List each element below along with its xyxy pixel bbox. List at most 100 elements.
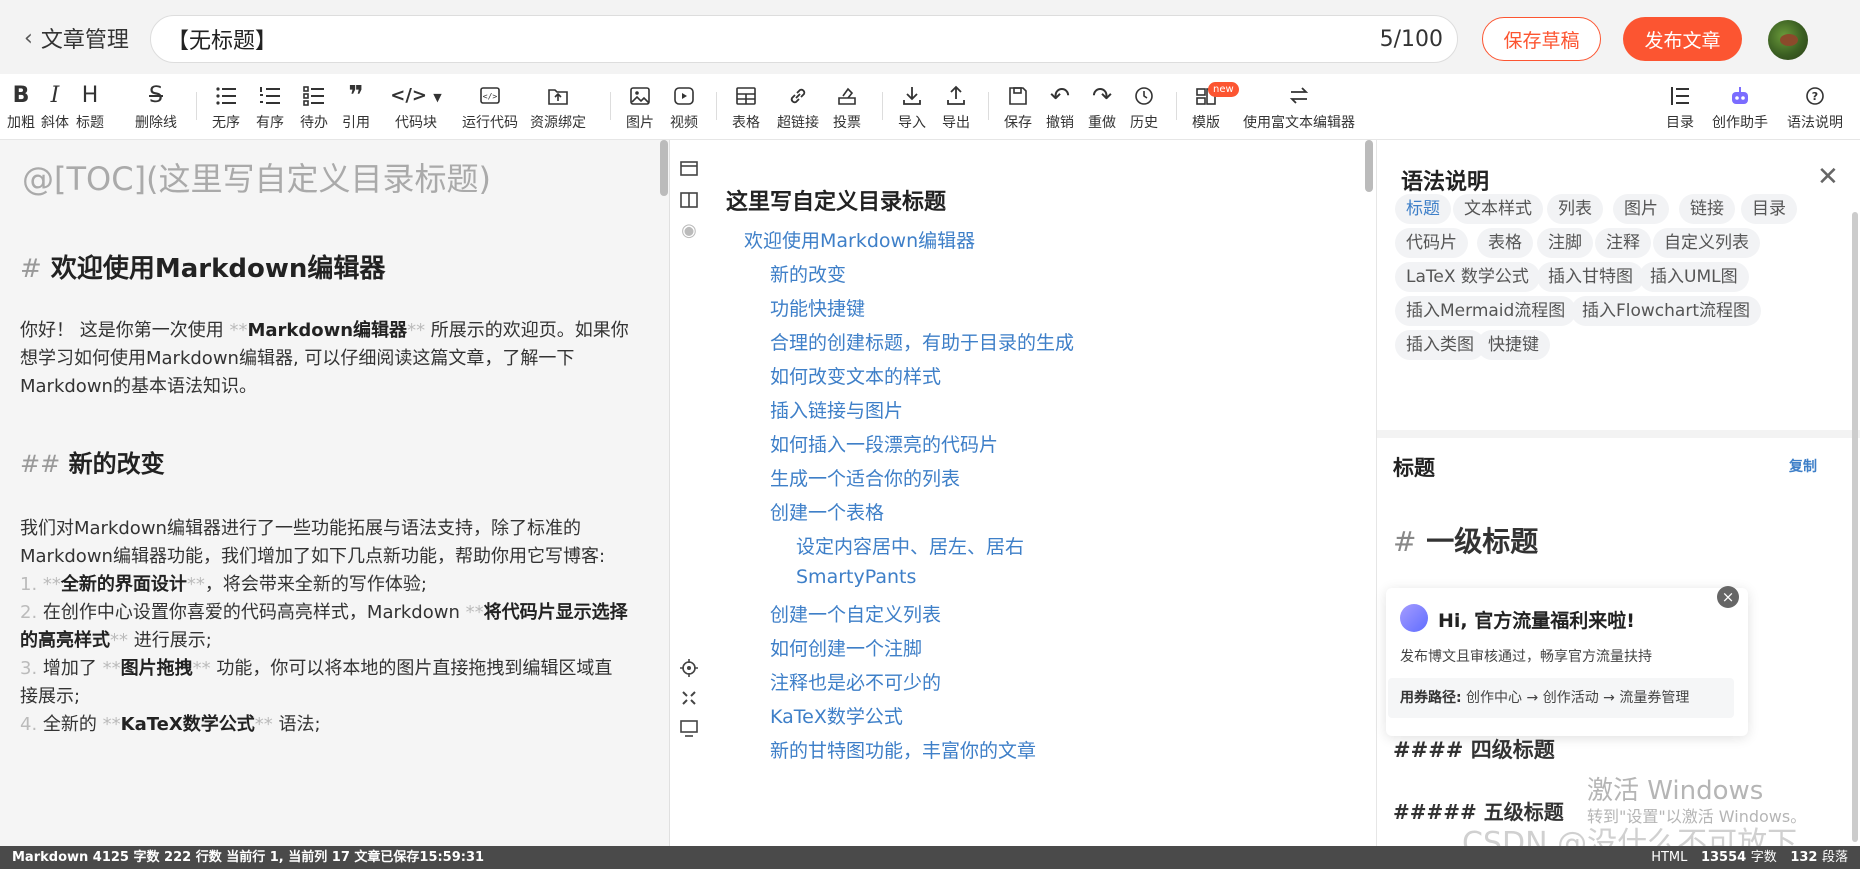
editor-scrollbar[interactable] <box>660 140 668 196</box>
status-bar: Markdown 4125 字数 222 行数 当前行 1, 当前列 17 文章… <box>0 846 1860 869</box>
syntax-tag[interactable]: 文本样式 <box>1453 194 1543 224</box>
toc-link[interactable]: 功能快捷键 <box>770 294 865 321</box>
editor-paragraph-line: Markdown编辑器功能，我们增加了如下几点新功能，帮助你用它写博客: <box>20 546 606 567</box>
image-button[interactable]: 图片 <box>624 74 656 140</box>
editor-list-line: 4. 全新的 **KaTeX数学公式** 语法; <box>20 714 321 735</box>
syntax-tag[interactable]: 标题 <box>1395 194 1451 224</box>
toc-link[interactable]: 注释也是必不可少的 <box>770 668 941 695</box>
editor-list-line: 2. 在创作中心设置你喜爱的代码高亮样式，Markdown **将代码片显示选择 <box>20 602 628 623</box>
markdown-preview: 这里写自定义目录标题 欢迎使用Markdown编辑器 新的改变 功能快捷键 合理… <box>706 140 1376 846</box>
syntax-tag[interactable]: 目录 <box>1741 194 1797 224</box>
export-button[interactable]: 导出 <box>940 74 972 140</box>
syntax-tag[interactable]: 快捷键 <box>1477 330 1550 360</box>
publish-article-button[interactable]: 发布文章 <box>1623 17 1742 61</box>
avatar[interactable] <box>1768 20 1808 60</box>
bold-button[interactable]: B 加粗 <box>6 74 36 140</box>
close-icon[interactable]: ✕ <box>1817 162 1839 192</box>
toc-link[interactable]: 欢迎使用Markdown编辑器 <box>744 226 975 253</box>
vote-button[interactable]: 投票 <box>830 74 864 140</box>
save-button[interactable]: 保存 <box>1002 74 1034 140</box>
todo-button[interactable]: 待办 <box>298 74 330 140</box>
toc-link[interactable]: 生成一个适合你的列表 <box>770 464 960 491</box>
chevron-left-icon: ‹ <box>24 25 33 51</box>
run-code-button[interactable]: </> 运行代码 <box>460 74 520 140</box>
syntax-tag[interactable]: 插入甘特图 <box>1537 262 1644 292</box>
markdown-editor[interactable]: @[TOC](这里写自定义目录标题) # 欢迎使用Markdown编辑器 你好！… <box>0 140 670 846</box>
quote-icon: ❞ <box>348 81 364 111</box>
import-button[interactable]: 导入 <box>896 74 928 140</box>
swap-arrows-icon <box>1288 82 1310 110</box>
toc-link[interactable]: KaTeX数学公式 <box>770 702 903 729</box>
undo-button[interactable]: ↶ 撤销 <box>1044 74 1076 140</box>
redo-icon: ↷ <box>1091 82 1113 110</box>
locate-icon[interactable] <box>678 658 700 680</box>
writing-assistant-button[interactable]: 创作助手 <box>1708 74 1772 140</box>
syntax-panel-scrollbar[interactable] <box>1852 212 1858 842</box>
syntax-tag[interactable]: 注释 <box>1595 228 1651 258</box>
strikethrough-button[interactable]: S 删除线 <box>132 74 180 140</box>
promo-close-icon[interactable]: × <box>1717 586 1739 608</box>
image-icon <box>629 82 651 110</box>
toc-link[interactable]: 新的改变 <box>770 260 846 287</box>
syntax-tag[interactable]: 图片 <box>1613 194 1669 224</box>
todo-checklist-icon <box>303 82 325 110</box>
promo-icon <box>1400 604 1428 632</box>
sync-scroll-icon[interactable] <box>678 688 700 710</box>
resource-binding-button[interactable]: 资源绑定 <box>526 74 590 140</box>
syntax-tag[interactable]: 表格 <box>1477 228 1533 258</box>
syntax-tag[interactable]: 插入Flowchart流程图 <box>1571 296 1761 326</box>
toc-button[interactable]: 目录 <box>1664 74 1696 140</box>
syntax-tag[interactable]: 插入Mermaid流程图 <box>1395 296 1577 326</box>
heading-button[interactable]: H 标题 <box>74 74 106 140</box>
toc-link[interactable]: 新的甘特图功能，丰富你的文章 <box>770 736 1036 763</box>
bold-icon: B <box>12 83 30 108</box>
syntax-help-panel: 语法说明 ✕ 标题 文本样式 列表 图片 链接 目录 代码片 表格 注脚 注释 … <box>1376 140 1860 846</box>
italic-button[interactable]: I 斜体 <box>40 74 70 140</box>
syntax-tag[interactable]: 注脚 <box>1537 228 1593 258</box>
quote-button[interactable]: ❞ 引用 <box>340 74 372 140</box>
toc-link[interactable]: 合理的创建标题，有助于目录的生成 <box>770 328 1074 355</box>
ordered-list-button[interactable]: 有序 <box>254 74 286 140</box>
history-button[interactable]: 历史 <box>1128 74 1160 140</box>
unordered-list-button[interactable]: 无序 <box>210 74 242 140</box>
traffic-promo-popup[interactable]: Hi, 官方流量福利来啦! 发布博文且审核通过，畅享官方流量扶持 用券路径: 创… <box>1386 588 1748 736</box>
syntax-tag[interactable]: LaTeX 数学公式 <box>1395 262 1540 292</box>
preview-scrollbar[interactable] <box>1365 140 1373 192</box>
article-title-input[interactable] <box>167 26 1380 52</box>
editor-toolbar: B 加粗 I 斜体 H 标题 S 删除线 无序 有序 待办 ❞ 引用 </> ▼… <box>0 74 1860 140</box>
video-button[interactable]: 视频 <box>668 74 700 140</box>
split-view-icon[interactable] <box>678 190 700 212</box>
toc-link[interactable]: 插入链接与图片 <box>770 396 903 423</box>
copy-button[interactable]: 复制 <box>1789 456 1817 476</box>
toc-link[interactable]: 如何创建一个注脚 <box>770 634 922 661</box>
syntax-panel-title: 语法说明 <box>1401 170 1490 195</box>
code-block-button[interactable]: </> ▼ 代码块 <box>386 74 446 140</box>
toc-link[interactable]: 如何改变文本的样式 <box>770 362 941 389</box>
rich-text-editor-button[interactable]: 使用富文本编辑器 <box>1232 74 1366 140</box>
hyperlink-button[interactable]: 超链接 <box>774 74 822 140</box>
syntax-help-button[interactable]: ? 语法说明 <box>1782 74 1848 140</box>
editor-list-line: 3. 增加了 **图片拖拽** 功能，你可以将本地的图片直接拖拽到编辑区域直 <box>20 658 613 679</box>
eye-icon[interactable]: ◉ <box>678 220 700 242</box>
syntax-tag[interactable]: 列表 <box>1547 194 1603 224</box>
toc-link[interactable]: 设定内容居中、居左、居右 <box>796 532 1024 559</box>
syntax-tag[interactable]: 自定义列表 <box>1653 228 1760 258</box>
syntax-tag[interactable]: 链接 <box>1679 194 1735 224</box>
toc-link[interactable]: 创建一个自定义列表 <box>770 600 941 627</box>
editor-paragraph-line: 我们对Markdown编辑器进行了一些功能拓展与语法支持，除了标准的 <box>20 518 581 539</box>
syntax-tag[interactable]: 代码片 <box>1395 228 1468 258</box>
monitor-icon[interactable] <box>678 718 700 740</box>
table-button[interactable]: 表格 <box>730 74 762 140</box>
back-to-article-management[interactable]: ‹ 文章管理 <box>24 22 129 54</box>
syntax-tag[interactable]: 插入UML图 <box>1639 262 1749 292</box>
promo-description: 发布博文且审核通过，畅享官方流量扶持 <box>1400 649 1652 665</box>
save-draft-button[interactable]: 保存草稿 <box>1482 17 1601 61</box>
redo-button[interactable]: ↷ 重做 <box>1086 74 1118 140</box>
toc-link[interactable]: 如何插入一段漂亮的代码片 <box>770 430 998 457</box>
syntax-tag[interactable]: 插入类图 <box>1395 330 1485 360</box>
single-column-icon[interactable] <box>678 158 700 180</box>
toc-link[interactable]: SmartyPants <box>796 566 916 588</box>
toolbar-divider <box>610 92 611 120</box>
toc-link[interactable]: 创建一个表格 <box>770 498 884 525</box>
title-char-count: 5/100 <box>1379 26 1443 52</box>
